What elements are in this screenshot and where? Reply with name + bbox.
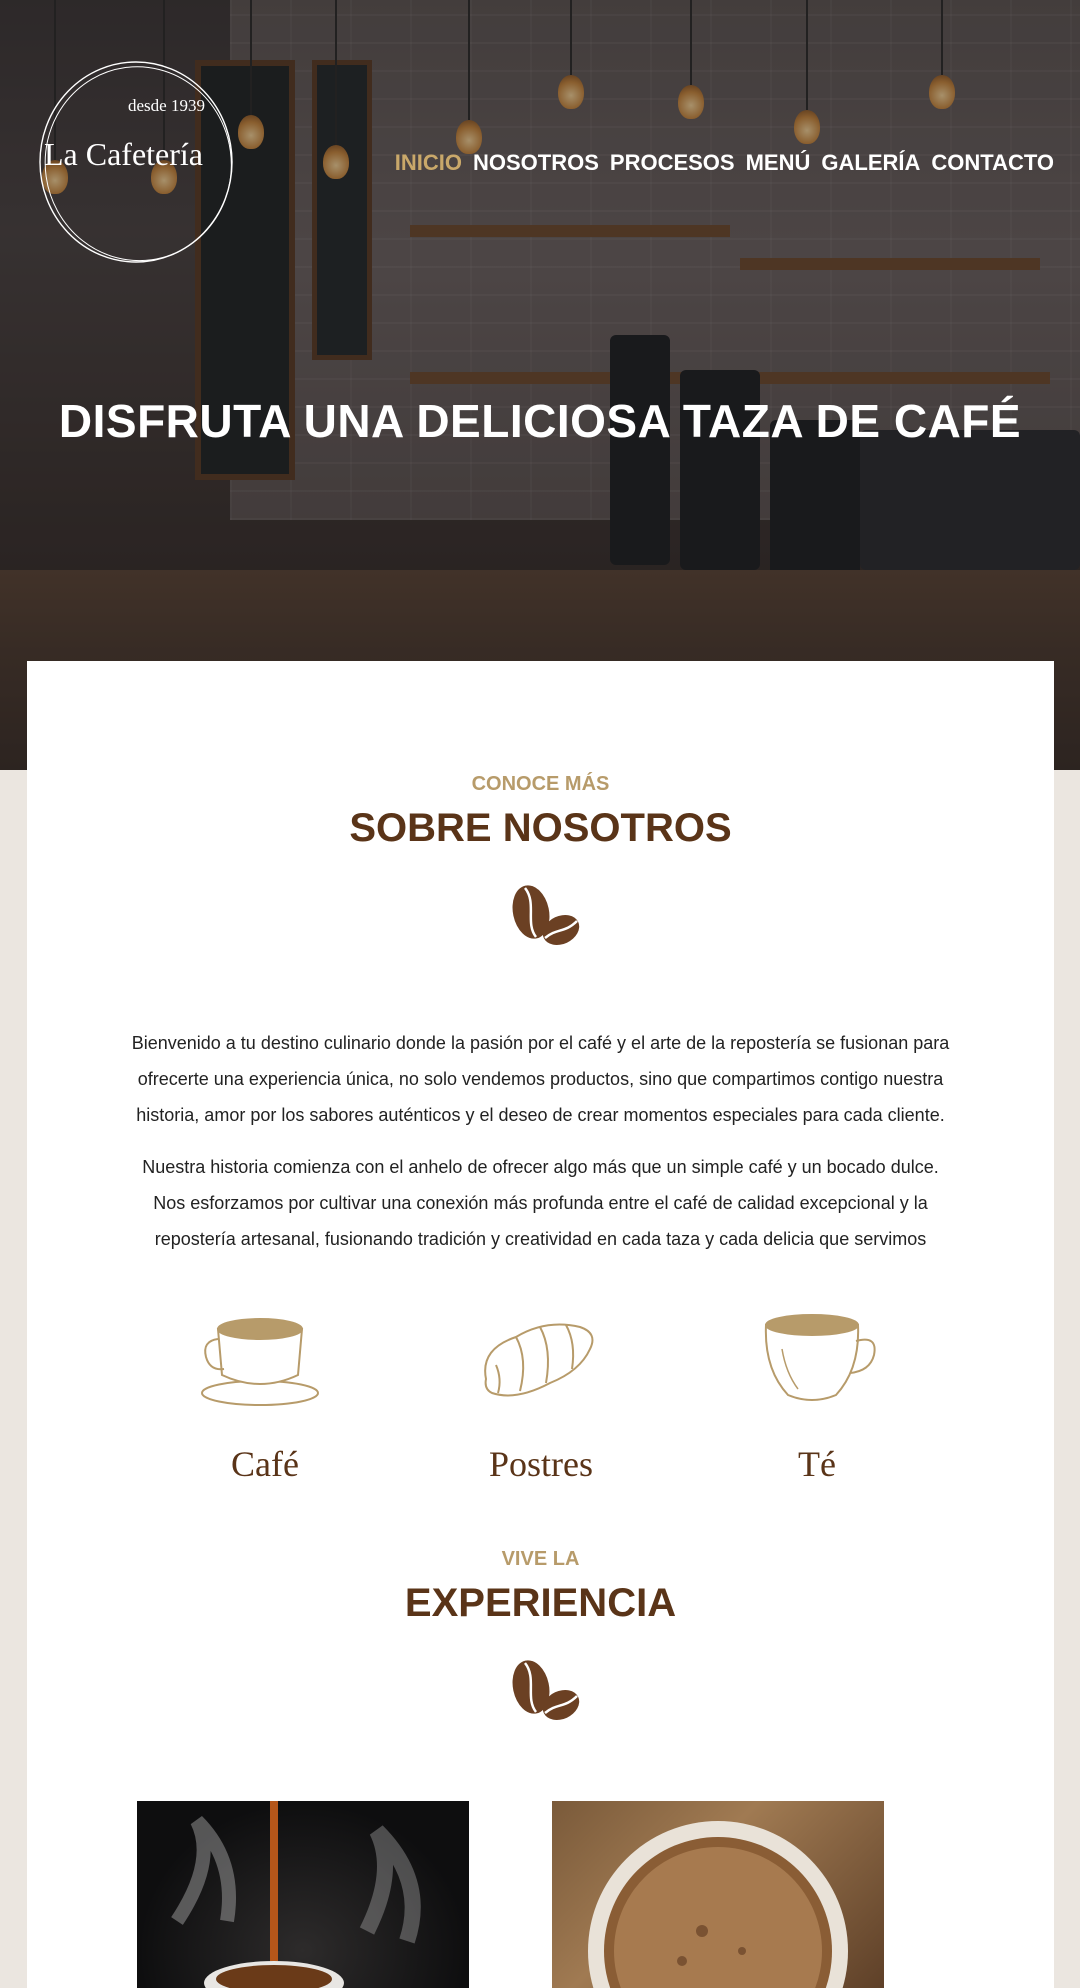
coffee-beans-icon xyxy=(512,885,580,946)
feature-te: Té xyxy=(717,1309,917,1484)
about-paragraph-2: Nuestra historia comienza con el anhelo … xyxy=(142,1157,939,1249)
logo-name: La Cafetería xyxy=(44,136,203,172)
experience-title: EXPERIENCIA xyxy=(404,1581,677,1625)
content-card: CONOCE MÁS SOBRE NOSOTROS Bienvenido a t… xyxy=(27,661,1054,1988)
feature-te-label: Té xyxy=(798,1444,836,1484)
nav-link-inicio[interactable]: INICIO xyxy=(395,150,462,176)
nav-link-galeria[interactable]: GALERÍA xyxy=(821,150,920,176)
coffee-cup-icon xyxy=(201,1318,319,1406)
site-logo[interactable]: desde 1939 La Cafetería xyxy=(36,58,236,268)
feature-postres: Postres xyxy=(441,1309,641,1484)
experience-photo-pouring-coffee xyxy=(137,1801,469,1988)
experience-eyebrow: VIVE LA xyxy=(501,1548,580,1570)
nav-link-contacto[interactable]: CONTACTO xyxy=(931,150,1054,176)
feature-postres-label: Postres xyxy=(488,1444,593,1484)
about-paragraph-1: Bienvenido a tu destino culinario donde … xyxy=(131,1033,950,1125)
coffee-beans-icon xyxy=(512,1660,580,1721)
about-eyebrow: CONOCE MÁS xyxy=(471,773,610,795)
hero-title: DISFRUTA UNA DELICIOSA TAZA DE CAFÉ xyxy=(58,395,1022,447)
tea-cup-icon xyxy=(764,1314,876,1401)
logo-since: desde 1939 xyxy=(128,96,205,115)
feature-cafe: Café xyxy=(165,1309,365,1484)
feature-cafe-label: Café xyxy=(231,1444,299,1484)
nav-link-procesos[interactable]: PROCESOS xyxy=(610,150,735,176)
nav-link-nosotros[interactable]: NOSOTROS xyxy=(473,150,599,176)
croissant-icon xyxy=(484,1323,594,1397)
nav-link-menu[interactable]: MENÚ xyxy=(746,150,811,176)
about-title: SOBRE NOSOTROS xyxy=(349,806,732,850)
experience-photo-coffee-cup xyxy=(552,1801,884,1988)
main-nav: INICIO NOSOTROS PROCESOS MENÚ GALERÍA CO… xyxy=(395,150,1054,176)
